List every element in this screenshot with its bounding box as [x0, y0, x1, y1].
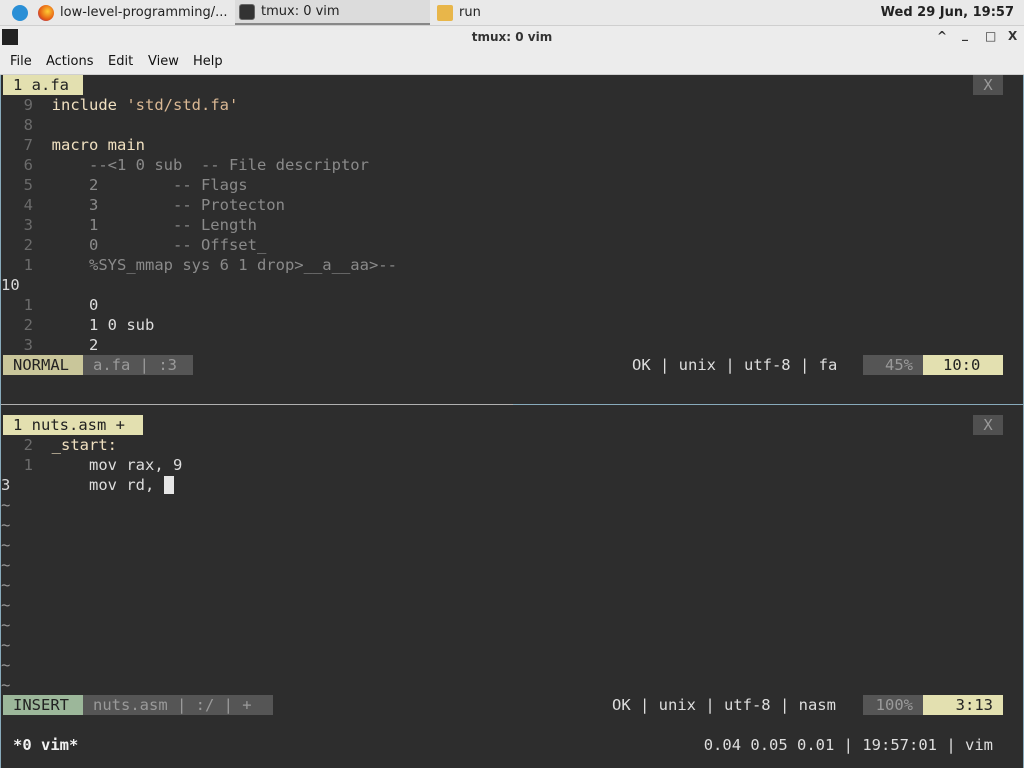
code-line-current: 3 mov rd, [1, 475, 174, 495]
app-menu-icon[interactable] [12, 0, 34, 25]
taskbar: low-level-programming/... tmux: 0 vim ru… [0, 0, 1024, 26]
menu-file[interactable]: File [10, 54, 32, 69]
code-line: 2 1 0 sub [23, 316, 155, 334]
pane-separator-active [513, 404, 1023, 405]
terminal-icon [239, 3, 255, 20]
empty-line-marker: ~ [1, 676, 11, 694]
mode-indicator: NORMAL [3, 355, 83, 375]
tab-close-button[interactable]: X [973, 415, 1003, 435]
tab-close-button[interactable]: X [973, 75, 1003, 95]
taskbar-item-label: low-level-programming/... [60, 5, 228, 20]
code-line: 6 --<1 0 sub -- File descriptor [23, 156, 369, 174]
terminal-area[interactable]: 1 a.fa X 9 include 'std/std.fa' 8 7 macr… [0, 75, 1024, 768]
empty-line-marker: ~ [1, 516, 11, 534]
menu-actions[interactable]: Actions [46, 54, 94, 69]
code-line: 8 [23, 116, 33, 134]
minimize-button[interactable]: _ [962, 27, 968, 41]
empty-line-marker: ~ [1, 636, 11, 654]
text-cursor [163, 476, 174, 494]
code-line: 7 macro main [23, 136, 145, 154]
code-line: 1 %SYS_mmap sys 6 1 drop>__a__aa>-- [23, 256, 397, 274]
window-title: tmux: 0 vim [471, 30, 553, 44]
status-file: a.fa | :3 [83, 355, 193, 375]
code-line: 1 0 [23, 296, 99, 314]
taskbar-item-folder[interactable]: run [437, 0, 481, 25]
status-info: OK | unix | utf-8 | nasm [612, 696, 836, 714]
code-text: include [51, 96, 117, 114]
menubar: File Actions Edit View Help [0, 50, 1024, 75]
status-percent: 45% [863, 355, 923, 375]
status-file: nuts.asm | :/ | + [83, 695, 273, 715]
menu-help[interactable]: Help [193, 54, 223, 69]
clock: Wed 29 Jun, 19:57 [880, 5, 1014, 20]
empty-line-marker: ~ [1, 576, 11, 594]
empty-line-marker: ~ [1, 596, 11, 614]
code-line: 5 2 -- Flags [23, 176, 248, 194]
code-line: 2 0 -- Offset_ [23, 236, 267, 254]
window-titlebar: tmux: 0 vim ^ _ □ X [0, 26, 1024, 50]
code-line: 2 _start: [23, 436, 117, 454]
mode-indicator: INSERT [3, 695, 83, 715]
status-info: OK | unix | utf-8 | fa [632, 356, 838, 374]
empty-line-marker: ~ [1, 656, 11, 674]
tmux-window-list[interactable]: *0 vim* [13, 735, 78, 755]
empty-line-marker: ~ [1, 616, 11, 634]
code-line: 3 1 -- Length [23, 216, 257, 234]
code-line: 9 include 'std/std.fa' [23, 96, 239, 114]
empty-line-marker: ~ [1, 536, 11, 554]
status-position: 10:0 [923, 355, 1003, 375]
menu-view[interactable]: View [148, 54, 179, 69]
close-button[interactable]: X [1008, 29, 1017, 43]
tab-nuts-asm[interactable]: 1 nuts.asm + [3, 415, 143, 435]
firefox-icon [38, 4, 54, 21]
folder-icon [437, 4, 453, 21]
taskbar-item-terminal[interactable]: tmux: 0 vim [235, 0, 430, 25]
shade-button[interactable]: ^ [937, 29, 947, 43]
code-line: 3 2 [23, 336, 99, 354]
status-percent: 100% [863, 695, 923, 715]
status-position: 3:13 [923, 695, 1003, 715]
pane-separator[interactable] [1, 404, 513, 405]
taskbar-item-label: run [459, 5, 481, 20]
taskbar-item-browser[interactable]: low-level-programming/... [38, 0, 228, 25]
taskbar-item-label: tmux: 0 vim [261, 4, 340, 19]
menu-edit[interactable]: Edit [108, 54, 133, 69]
maximize-button[interactable]: □ [985, 29, 996, 43]
tab-a-fa[interactable]: 1 a.fa [3, 75, 83, 95]
code-line: 1 mov rax, 9 [23, 456, 183, 474]
tmux-status-right: 0.04 0.05 0.01 | 19:57:01 | vim [703, 736, 993, 754]
code-line-current: 10 [1, 276, 20, 294]
empty-line-marker: ~ [1, 556, 11, 574]
code-line: 4 3 -- Protecton [23, 196, 285, 214]
empty-line-marker: ~ [1, 496, 11, 514]
